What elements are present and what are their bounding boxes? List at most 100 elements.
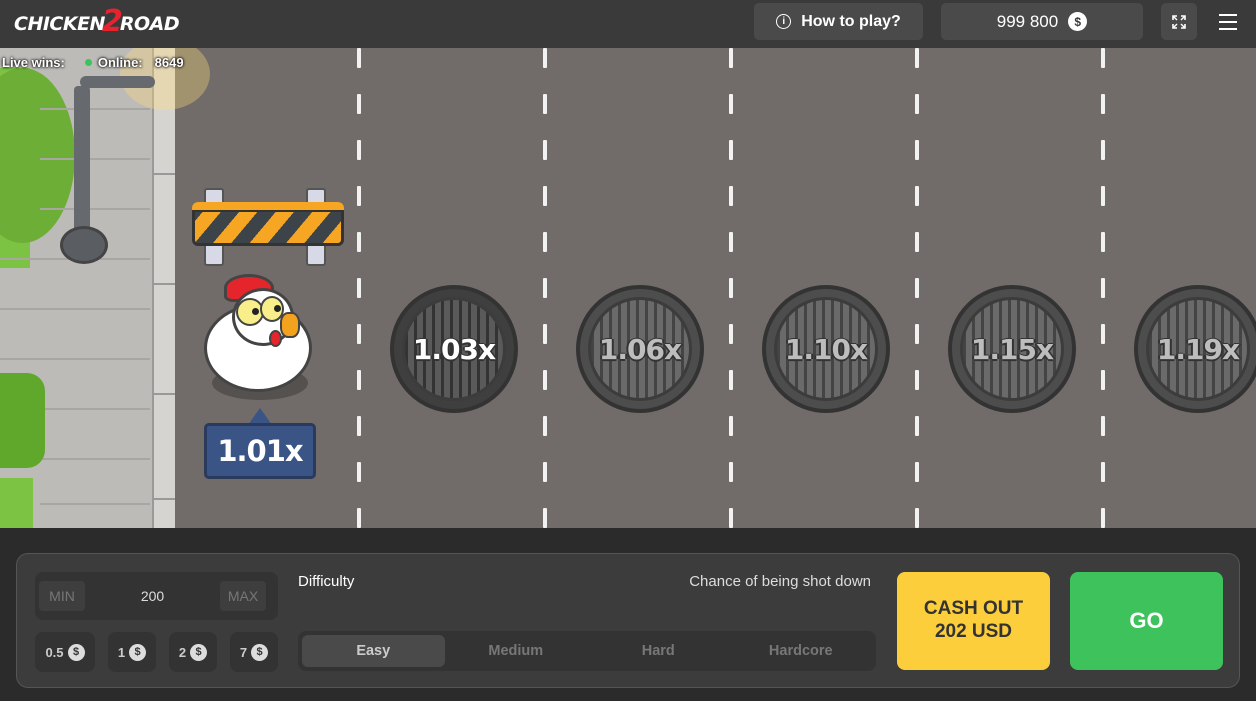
chip-value: 0.5: [45, 644, 64, 660]
current-multiplier-badge: 1.01x: [204, 423, 316, 479]
lane-dash: [543, 324, 547, 344]
lane-dash: [729, 48, 733, 68]
lane-dash: [357, 324, 361, 344]
how-to-play-label: How to play?: [801, 12, 901, 30]
top-bar: CHICKEN 2 ROAD i How to play? 999 800 $: [0, 0, 1256, 48]
lane-dash: [357, 140, 361, 160]
how-to-play-button[interactable]: i How to play?: [754, 3, 923, 40]
chip-value: 2: [178, 644, 187, 660]
lane-dash: [1101, 140, 1105, 160]
dollar-coin-icon: $: [190, 643, 208, 661]
dollar-coin-icon: $: [129, 643, 147, 661]
online-count: 8649: [154, 54, 184, 70]
dollar-coin-icon: $: [1068, 12, 1088, 31]
manhole-step[interactable]: 1.10x: [762, 285, 890, 413]
balance-display: 999 800 $: [941, 3, 1143, 40]
difficulty-tab-hardcore[interactable]: Hardcore: [730, 635, 873, 667]
lane-dash: [1101, 278, 1105, 298]
curb-joint: [152, 283, 175, 285]
game-scene: 1.01x 1.03x 1.06x 1.10x 1.15x 1.19x Live win…: [0, 48, 1256, 528]
lane-dash: [543, 186, 547, 206]
lane-dash: [729, 416, 733, 436]
brick-line: [40, 158, 150, 160]
bush: [0, 373, 45, 468]
quick-bet-chips: 0.5 $1 $2 $7 $: [35, 632, 278, 672]
brick-line: [0, 308, 150, 310]
lane-dash: [915, 140, 919, 160]
barrier-top-stripe: [192, 202, 344, 212]
manhole-multiplier: 1.06x: [598, 332, 682, 366]
lane-dash: [543, 48, 547, 68]
lane-dash: [357, 508, 361, 528]
chicken-wattle: [269, 330, 282, 347]
street-lamp-post: [74, 86, 90, 236]
quick-bet-chip[interactable]: 7 $: [230, 632, 278, 672]
manhole-multiplier: 1.10x: [784, 332, 868, 366]
manhole-step[interactable]: 1.15x: [948, 285, 1076, 413]
lane-dash: [1101, 324, 1105, 344]
brick-line: [40, 503, 150, 505]
logo-text-left: CHICKEN: [14, 13, 105, 35]
lane-dash: [543, 508, 547, 528]
manhole-step[interactable]: 1.19x: [1134, 285, 1256, 413]
bet-value[interactable]: 200: [141, 588, 164, 604]
chance-label: Chance of being shot down: [689, 573, 871, 590]
lane-dash: [915, 416, 919, 436]
chicken-pupil: [274, 305, 281, 312]
hamburger-line: [1219, 28, 1237, 30]
lane-dash: [729, 324, 733, 344]
lane-dash: [357, 462, 361, 482]
lane-dash: [1101, 48, 1105, 68]
lane-dash: [543, 462, 547, 482]
difficulty-tab-easy[interactable]: Easy: [302, 635, 445, 667]
lane-dash: [915, 278, 919, 298]
balance-value: 999 800: [996, 11, 1059, 31]
chip-value: 7: [239, 644, 248, 660]
quick-bet-chip[interactable]: 1 $: [108, 632, 156, 672]
bet-amount-input[interactable]: MIN 200 MAX: [35, 572, 278, 620]
cash-out-label: CASH OUT: [923, 598, 1024, 620]
logo-two: 2: [101, 3, 123, 39]
cash-out-button[interactable]: CASH OUT 202 USD: [897, 572, 1050, 670]
lane-dash: [915, 48, 919, 68]
chicken-pupil: [252, 308, 259, 315]
lane-dash: [915, 324, 919, 344]
lane-dash: [1101, 94, 1105, 114]
difficulty-tab-medium[interactable]: Medium: [445, 635, 588, 667]
lane-dash: [729, 232, 733, 252]
online-label: Online:: [97, 54, 143, 70]
control-panel: MIN 200 MAX 0.5 $1 $2 $7 $ Difficulty Chance…: [16, 553, 1240, 688]
brick-line: [0, 358, 150, 360]
quick-bet-chip[interactable]: 0.5 $: [35, 632, 95, 672]
chip-value: 1: [117, 644, 126, 660]
min-bet-button[interactable]: MIN: [39, 581, 85, 611]
manhole-step[interactable]: 1.06x: [576, 285, 704, 413]
lane-dash: [1101, 462, 1105, 482]
online-status-dot: [84, 58, 92, 66]
lane-dash: [915, 370, 919, 390]
road-barrier: [190, 188, 346, 268]
lane-dash: [543, 278, 547, 298]
lane-dash: [729, 370, 733, 390]
grass-patch: [0, 478, 33, 528]
brick-line: [40, 458, 150, 460]
hamburger-line: [1219, 14, 1237, 16]
lane-dash: [1101, 232, 1105, 252]
lane-dash: [357, 278, 361, 298]
lane-dash: [1101, 508, 1105, 528]
lane-dash: [729, 140, 733, 160]
menu-button[interactable]: [1214, 8, 1242, 36]
brick-line: [40, 408, 150, 410]
fullscreen-button[interactable]: [1161, 3, 1197, 40]
lane-dash: [543, 94, 547, 114]
quick-bet-chip[interactable]: 2 $: [169, 632, 217, 672]
max-bet-button[interactable]: MAX: [219, 581, 266, 611]
manhole-step[interactable]: 1.03x: [390, 285, 518, 413]
difficulty-tab-hard[interactable]: Hard: [587, 635, 730, 667]
curb-joint: [152, 498, 175, 500]
live-ticker: Live wins: Online: 8649: [0, 53, 184, 71]
go-button[interactable]: GO: [1070, 572, 1223, 670]
lane-dash: [915, 462, 919, 482]
lane-dash: [915, 232, 919, 252]
curb: [152, 48, 175, 528]
